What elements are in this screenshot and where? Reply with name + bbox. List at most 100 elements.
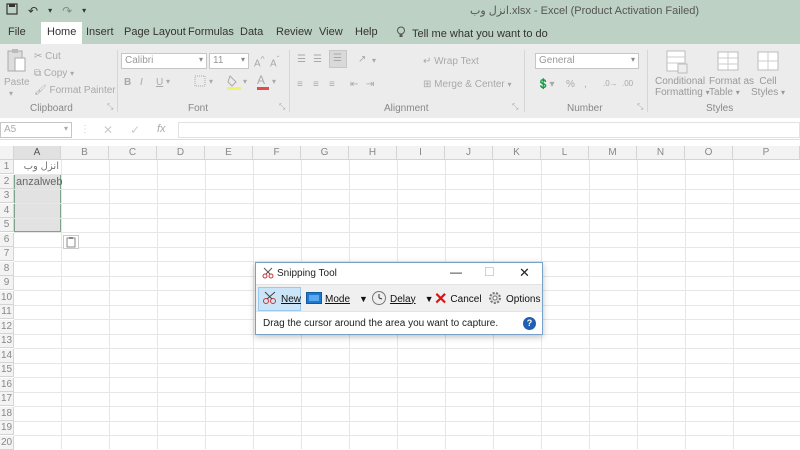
help-icon[interactable]: ? bbox=[523, 317, 536, 330]
tab-home[interactable]: Home bbox=[40, 22, 84, 44]
save-icon[interactable] bbox=[6, 3, 18, 18]
column-header[interactable]: P bbox=[733, 146, 800, 160]
undo-icon[interactable]: ↶ bbox=[28, 4, 38, 18]
select-all-corner[interactable] bbox=[0, 146, 14, 160]
tab-help[interactable]: Help bbox=[355, 26, 378, 38]
row-header[interactable]: 9 bbox=[0, 276, 14, 290]
paste-options-icon[interactable] bbox=[63, 235, 79, 249]
number-format-select[interactable]: General ▾ bbox=[535, 53, 639, 69]
borders-chevron-icon[interactable]: ▾ bbox=[209, 77, 213, 86]
comma-icon[interactable]: , bbox=[584, 79, 587, 90]
column-header[interactable]: G bbox=[301, 146, 349, 160]
paste-chevron-icon[interactable]: ▾ bbox=[9, 89, 13, 98]
format-as-table-icon[interactable] bbox=[717, 50, 739, 77]
font-launcher-icon[interactable]: ⤡ bbox=[279, 102, 285, 112]
copy-button[interactable]: ⧉ Copy ▾ bbox=[34, 68, 74, 79]
insert-function-icon[interactable]: fx bbox=[157, 123, 166, 135]
row-header[interactable]: 18 bbox=[0, 406, 14, 421]
tab-file[interactable]: File bbox=[8, 26, 26, 38]
fill-chevron-icon[interactable]: ▾ bbox=[243, 77, 247, 86]
column-header[interactable]: I bbox=[397, 146, 445, 160]
row-header[interactable]: 4 bbox=[0, 203, 14, 218]
align-left-icon[interactable]: ≡ bbox=[297, 79, 303, 90]
column-header[interactable]: O bbox=[685, 146, 733, 160]
tab-data[interactable]: Data bbox=[240, 26, 263, 38]
row-header[interactable]: 11 bbox=[0, 305, 14, 319]
row-header[interactable]: 20 bbox=[0, 435, 14, 450]
column-header[interactable]: A bbox=[14, 146, 61, 160]
conditional-formatting-button[interactable]: Conditional Formatting ▾ bbox=[655, 76, 710, 98]
tell-me-box[interactable]: Tell me what you want to do bbox=[396, 26, 548, 41]
paste-button[interactable]: Paste bbox=[4, 77, 30, 88]
fill-color-icon[interactable] bbox=[227, 74, 241, 93]
font-color-chevron-icon[interactable]: ▾ bbox=[272, 77, 276, 86]
row-header[interactable]: 16 bbox=[0, 377, 14, 392]
cell-styles-icon[interactable] bbox=[757, 50, 779, 77]
formula-input[interactable] bbox=[178, 122, 800, 138]
font-size-select[interactable]: 11 ▾ bbox=[209, 53, 249, 69]
column-header[interactable]: C bbox=[109, 146, 157, 160]
enter-icon[interactable]: ✓ bbox=[130, 123, 140, 137]
customize-icon[interactable]: ▾ bbox=[48, 6, 52, 15]
format-as-table-button[interactable]: Format as Table ▾ bbox=[709, 76, 754, 98]
options-button[interactable]: Options bbox=[487, 287, 540, 311]
name-box[interactable]: A5 ▾ bbox=[0, 122, 72, 138]
redo-icon[interactable]: ↷ bbox=[62, 4, 72, 18]
borders-icon[interactable] bbox=[194, 75, 206, 90]
align-right-icon[interactable]: ≡ bbox=[329, 79, 335, 90]
column-header[interactable]: K bbox=[493, 146, 541, 160]
format-painter-button[interactable]: 🖌 Format Painter bbox=[34, 85, 116, 96]
align-middle-icon[interactable]: ☰ bbox=[313, 54, 322, 65]
column-header[interactable]: D bbox=[157, 146, 205, 160]
chevron-down-icon[interactable]: ▾ bbox=[82, 6, 86, 15]
tab-formulas[interactable]: Formulas bbox=[188, 26, 234, 38]
underline-chevron-icon[interactable]: ▾ bbox=[166, 77, 170, 86]
cancel-button[interactable]: ✕ Cancel bbox=[434, 287, 482, 311]
increase-font-icon[interactable]: A^ bbox=[254, 54, 265, 69]
close-icon[interactable]: ✕ bbox=[519, 265, 530, 281]
new-snip-button[interactable]: New bbox=[258, 287, 301, 311]
align-top-icon[interactable]: ☰ bbox=[297, 54, 306, 65]
italic-button[interactable]: I bbox=[140, 77, 143, 88]
column-header[interactable]: L bbox=[541, 146, 589, 160]
tab-view[interactable]: View bbox=[319, 26, 343, 38]
align-bottom-icon[interactable]: ☰ bbox=[329, 50, 347, 68]
cell-a2[interactable]: anzalweb bbox=[16, 176, 62, 188]
tab-insert[interactable]: Insert bbox=[86, 26, 114, 38]
mode-button[interactable]: Mode ▼ bbox=[306, 287, 368, 311]
row-header[interactable]: 19 bbox=[0, 421, 14, 435]
font-name-select[interactable]: Calibri ▾ bbox=[121, 53, 207, 69]
wrap-text-button[interactable]: ↵ Wrap Text bbox=[423, 56, 479, 67]
maximize-icon[interactable]: ☐ bbox=[484, 265, 495, 279]
row-header[interactable]: 6 bbox=[0, 232, 14, 247]
alignment-launcher-icon[interactable]: ⤡ bbox=[512, 102, 518, 112]
column-header[interactable]: B bbox=[61, 146, 109, 160]
row-header[interactable]: 8 bbox=[0, 261, 14, 276]
row-header[interactable]: 15 bbox=[0, 363, 14, 377]
minimize-icon[interactable]: — bbox=[450, 265, 462, 279]
cell-a1[interactable]: انزل وب bbox=[16, 161, 59, 172]
row-header[interactable]: 10 bbox=[0, 290, 14, 305]
cell-styles-button[interactable]: Cell Styles ▾ bbox=[751, 76, 785, 98]
row-header[interactable]: 17 bbox=[0, 392, 14, 406]
increase-indent-icon[interactable]: ⇥ bbox=[366, 79, 374, 90]
row-header[interactable]: 1 bbox=[0, 160, 14, 174]
column-header[interactable]: F bbox=[253, 146, 301, 160]
orientation-icon[interactable]: ↗ bbox=[358, 54, 366, 65]
row-header[interactable]: 3 bbox=[0, 189, 14, 203]
percent-icon[interactable]: % bbox=[566, 79, 575, 90]
increase-decimal-icon[interactable]: .0→ bbox=[603, 79, 618, 88]
row-header[interactable]: 5 bbox=[0, 218, 14, 232]
column-header[interactable]: E bbox=[205, 146, 253, 160]
row-header[interactable]: 7 bbox=[0, 247, 14, 261]
conditional-formatting-icon[interactable] bbox=[666, 50, 688, 77]
cut-button[interactable]: ✂ Cut bbox=[34, 51, 61, 62]
row-header[interactable]: 12 bbox=[0, 319, 14, 334]
row-header[interactable]: 2 bbox=[0, 174, 14, 189]
paste-icon[interactable] bbox=[6, 48, 28, 78]
column-header[interactable]: H bbox=[349, 146, 397, 160]
bold-button[interactable]: B bbox=[124, 77, 131, 88]
row-header[interactable]: 14 bbox=[0, 348, 14, 363]
font-color-icon[interactable]: A bbox=[257, 73, 269, 90]
column-header[interactable]: J bbox=[445, 146, 493, 160]
